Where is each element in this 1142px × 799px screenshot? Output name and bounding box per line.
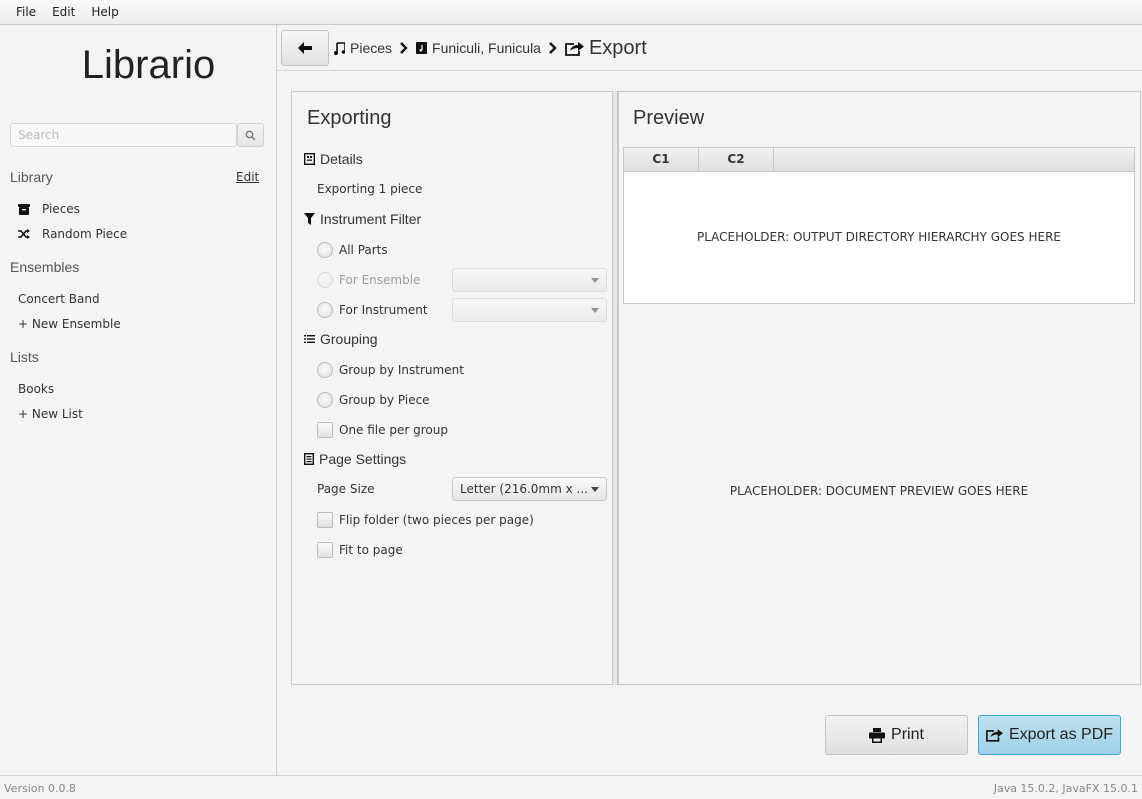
funnel-icon [304,213,315,225]
page-size-label: Page Size [317,482,375,496]
sidebar-item-books[interactable]: Books [18,382,54,396]
checkbox-label: One file per group [339,423,448,437]
radio-label: Group by Piece [339,393,430,407]
chevron-down-icon [591,487,599,492]
menu-edit[interactable]: Edit [44,5,83,19]
checkbox-label: Flip folder (two pieces per page) [339,513,534,527]
version-text: Version 0.0.8 [4,782,76,795]
back-button[interactable] [281,30,329,66]
exporting-panel: Exporting Details Exporting 1 piece Inst… [291,91,613,685]
search-button[interactable] [237,123,264,147]
music-file-icon [416,42,428,54]
checkbox-label: Fit to page [339,543,403,557]
library-edit-link[interactable]: Edit [236,170,259,184]
radio-label: For Instrument [339,303,428,317]
breadcrumb-export: Export [588,36,647,59]
page-icon [304,453,314,465]
list-icon [304,335,315,343]
radio-label: For Ensemble [339,273,421,287]
chevron-down-icon [591,278,599,283]
checkbox-indicator[interactable] [317,512,333,528]
search-input[interactable]: Search [10,123,237,147]
page-size-select[interactable]: Letter (216.0mm x ... [452,477,607,501]
table-placeholder: PLACEHOLDER: OUTPUT DIRECTORY HIERARCHY … [696,230,1062,244]
instrument-filter-label: Instrument Filter [320,211,422,227]
printer-icon [869,727,886,743]
new-list-link[interactable]: + New List [18,407,83,421]
music-note-icon [334,41,345,55]
for-ensemble-radio[interactable]: For Ensemble [317,272,420,288]
search-icon [245,130,256,141]
sidebar-item-concert-band[interactable]: Concert Band [18,292,100,306]
table-header: C1 C2 [624,148,1134,172]
for-instrument-radio[interactable]: For Instrument [317,302,428,318]
grouping-header: Grouping [304,331,378,347]
fit-to-page-checkbox[interactable]: Fit to page [317,542,403,558]
shuffle-icon [18,229,30,239]
details-header: Details [304,151,363,167]
print-button[interactable]: Print [825,715,968,755]
column-header-c1[interactable]: C1 [624,148,699,171]
share-icon [565,41,584,56]
app-title: Librario [81,43,216,87]
library-section-label: Library [10,169,53,185]
sidebar: Librario Search Library Edit Pieces Rand… [0,25,277,775]
column-header-c2[interactable]: C2 [699,148,774,171]
radio-indicator[interactable] [317,392,333,408]
ensembles-section-label: Ensembles [10,259,80,275]
radio-label: Group by Instrument [339,363,464,377]
checkbox-indicator[interactable] [317,542,333,558]
chevron-right-icon [549,42,557,54]
sidebar-item-pieces[interactable]: Pieces [18,202,80,216]
page-settings-label: Page Settings [319,451,407,467]
details-header-label: Details [320,151,363,167]
grouping-label: Grouping [320,331,378,347]
menu-file[interactable]: File [8,5,44,19]
ensemble-select[interactable] [452,268,607,292]
breadcrumb: Pieces Funiculi, Funicula Export [277,25,1142,71]
export-pdf-label: Export as PDF [1008,726,1114,743]
menu-help[interactable]: Help [83,5,126,19]
document-icon [304,153,315,165]
status-bar: Version 0.0.8 Java 15.0.2, JavaFX 15.0.1 [0,775,1142,799]
output-tree-table[interactable]: C1 C2 PLACEHOLDER: OUTPUT DIRECTORY HIER… [623,147,1135,304]
sidebar-item-label: Pieces [42,202,80,216]
page-size-value: Letter (216.0mm x ... [460,482,588,496]
document-preview-placeholder: PLACEHOLDER: DOCUMENT PREVIEW GOES HERE [729,484,1029,498]
export-pdf-button[interactable]: Export as PDF [978,715,1121,755]
radio-indicator[interactable] [317,272,333,288]
one-file-per-group-checkbox[interactable]: One file per group [317,422,448,438]
group-by-instrument-radio[interactable]: Group by Instrument [317,362,464,378]
radio-label: All Parts [339,243,388,257]
archive-icon [18,203,30,215]
sidebar-item-random-piece[interactable]: Random Piece [18,227,127,241]
page-settings-header: Page Settings [304,451,406,467]
radio-indicator[interactable] [317,302,333,318]
lists-section-label: Lists [10,349,39,365]
runtime-text: Java 15.0.2, JavaFX 15.0.1 [993,782,1138,795]
breadcrumb-piece[interactable]: Funiculi, Funicula [432,40,541,56]
radio-indicator[interactable] [317,242,333,258]
radio-indicator[interactable] [317,362,333,378]
group-by-piece-radio[interactable]: Group by Piece [317,392,430,408]
share-icon [986,729,1003,742]
menu-bar: File Edit Help [0,0,1142,25]
instrument-filter-header: Instrument Filter [304,211,421,227]
print-label: Print [891,726,924,743]
new-ensemble-link[interactable]: + New Ensemble [18,317,121,331]
breadcrumb-pieces[interactable]: Pieces [350,40,392,56]
exporting-title: Exporting [307,107,392,129]
chevron-down-icon [591,308,599,313]
sidebar-item-label: Random Piece [42,227,128,241]
chevron-right-icon [400,42,408,54]
preview-title: Preview [633,107,705,129]
flip-folder-checkbox[interactable]: Flip folder (two pieces per page) [317,512,534,528]
checkbox-indicator[interactable] [317,422,333,438]
instrument-select[interactable] [452,298,607,322]
details-text: Exporting 1 piece [317,182,423,196]
arrow-left-icon [298,42,312,54]
all-parts-radio[interactable]: All Parts [317,242,388,258]
